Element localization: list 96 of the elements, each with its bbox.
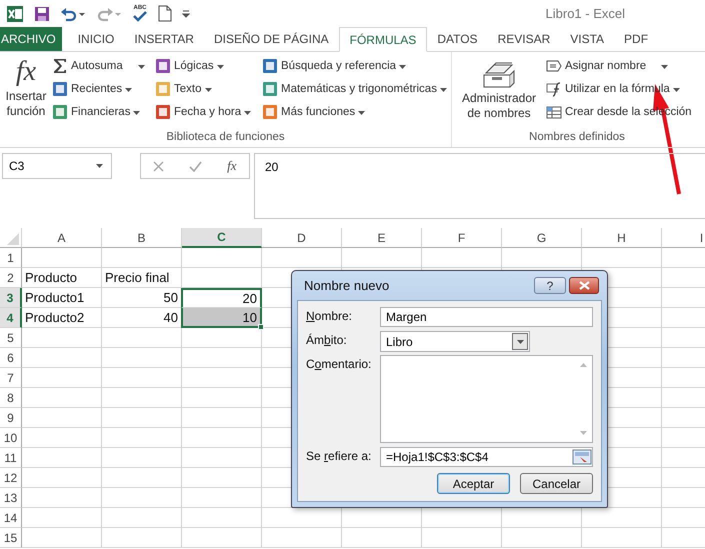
row-header[interactable]: 5 <box>0 328 22 348</box>
caret-icon <box>672 88 680 92</box>
ribbon-command[interactable]: Asignar nombre <box>546 55 692 77</box>
spreadsheet-logo-icon[interactable] <box>6 4 24 22</box>
caret-icon <box>244 111 252 115</box>
dialog-button[interactable]: Cancelar <box>520 473 593 494</box>
new-document-icon[interactable] <box>158 5 172 22</box>
close-button[interactable] <box>569 277 599 294</box>
dialog-button[interactable]: Aceptar <box>437 473 510 494</box>
ribbon-tab[interactable]: VISTA <box>560 27 614 51</box>
column-header[interactable]: E <box>342 228 422 248</box>
ribbon-command[interactable]: Más funciones <box>262 101 447 123</box>
ribbon-tab[interactable]: PDF <box>614 27 658 51</box>
table-cell: 50 <box>102 288 182 308</box>
row-header[interactable]: 6 <box>0 348 22 368</box>
table-cell: Precio final <box>102 268 182 288</box>
close-icon[interactable] <box>578 281 590 290</box>
column-header[interactable]: F <box>422 228 502 248</box>
caret-icon <box>138 65 145 69</box>
field-label: Ámbito: <box>306 332 348 347</box>
row-header[interactable]: 14 <box>0 508 22 528</box>
row-header[interactable]: 10 <box>0 428 22 448</box>
column-header[interactable]: G <box>502 228 582 248</box>
column-header[interactable]: A <box>22 228 102 248</box>
table-cell: 10 <box>181 308 262 328</box>
name-field[interactable]: Margen <box>380 307 593 327</box>
row-header[interactable]: 3 <box>0 288 22 308</box>
dropdown-caret-icon <box>516 340 524 344</box>
check-icon[interactable] <box>189 160 202 172</box>
caret-icon <box>96 164 103 168</box>
ribbon-command[interactable]: Autosuma <box>52 55 151 77</box>
sigma-icon <box>52 58 68 74</box>
caret-icon <box>358 111 366 115</box>
column-header[interactable]: D <box>262 228 342 248</box>
table-cell: Producto <box>22 268 102 288</box>
ribbon-tab[interactable]: DATOS <box>427 27 488 51</box>
window-title: Libro1 - Excel <box>546 6 625 21</box>
field-label: Se refiere a: <box>306 448 372 463</box>
row-header[interactable]: 13 <box>0 488 22 508</box>
table-cell: Producto1 <box>22 288 102 308</box>
field-label: Comentario: <box>306 356 372 371</box>
collapse-dialog-icon[interactable] <box>572 449 592 465</box>
row-header[interactable]: 1 <box>0 248 22 268</box>
ribbon-command[interactable]: Recientes <box>52 78 151 100</box>
ribbon-tab[interactable]: FÓRMULAS <box>338 27 428 52</box>
ribbon-command[interactable]: Texto <box>155 78 258 100</box>
reference-field[interactable]: =Hoja1!$C$3:$C$4 <box>380 447 593 467</box>
fill-handle[interactable] <box>258 324 264 330</box>
ribbon-tab[interactable]: DISEÑO DE PÁGINA <box>204 27 339 51</box>
redo-icon[interactable] <box>96 6 122 22</box>
caret-icon <box>133 111 140 115</box>
customize-menu-icon[interactable] <box>182 10 190 18</box>
group-label: Biblioteca de funciones <box>165 131 286 145</box>
row-header[interactable]: 7 <box>0 368 22 388</box>
save-icon[interactable] <box>34 6 50 22</box>
tag-icon <box>546 60 562 72</box>
cancel-icon[interactable] <box>153 160 164 172</box>
file-tab[interactable]: ARCHIVO <box>0 27 62 51</box>
row-header[interactable]: 8 <box>0 388 22 408</box>
ribbon-command[interactable]: Fecha y hora <box>155 101 258 123</box>
ribbon-command[interactable]: Matemáticas y trigonométricas <box>262 78 447 100</box>
table-icon <box>546 104 562 120</box>
name-box[interactable]: C3 <box>2 153 112 179</box>
field-label: Nombre: <box>306 308 354 323</box>
function-icon <box>546 81 562 97</box>
row-header[interactable]: 9 <box>0 408 22 428</box>
caret-icon <box>440 88 447 92</box>
group-label: Nombres definidos <box>528 131 626 145</box>
ribbon-large-button[interactable]: fx Insertar función <box>4 55 48 131</box>
column-header[interactable]: C <box>182 228 262 248</box>
caret-icon <box>661 65 668 69</box>
ribbon-command[interactable]: Lógicas <box>155 55 258 77</box>
caret-icon <box>216 65 224 69</box>
caret-icon <box>399 65 406 69</box>
function-icon: fx <box>16 55 36 89</box>
insert-function-icon[interactable]: fx <box>227 158 237 174</box>
table-cell: Producto2 <box>22 308 102 328</box>
row-header[interactable]: 11 <box>0 448 22 468</box>
ribbon-tab[interactable]: INICIO <box>68 27 124 51</box>
row-header[interactable]: 4 <box>0 308 22 328</box>
undo-icon[interactable] <box>60 6 86 22</box>
ribbon-command[interactable]: Financieras <box>52 101 151 123</box>
ribbon-large-button[interactable]: Administrador de nombres <box>456 61 542 131</box>
ribbon-tab[interactable]: REVISAR <box>488 27 560 51</box>
caret-icon <box>125 88 132 92</box>
column-header[interactable]: I <box>662 228 705 248</box>
ribbon-tab[interactable]: INSERTAR <box>124 27 204 51</box>
row-header[interactable]: 15 <box>0 528 22 548</box>
help-button[interactable]: ? <box>534 277 566 294</box>
ribbon-command[interactable]: Búsqueda y referencia <box>262 55 447 77</box>
scope-dropdown[interactable]: Libro <box>380 331 530 352</box>
column-header[interactable]: H <box>582 228 662 248</box>
dialog-title: Nombre nuevo <box>304 278 390 293</box>
formula-input[interactable]: 20 <box>254 153 705 219</box>
caret-icon <box>204 88 212 92</box>
row-header[interactable]: 12 <box>0 468 22 488</box>
